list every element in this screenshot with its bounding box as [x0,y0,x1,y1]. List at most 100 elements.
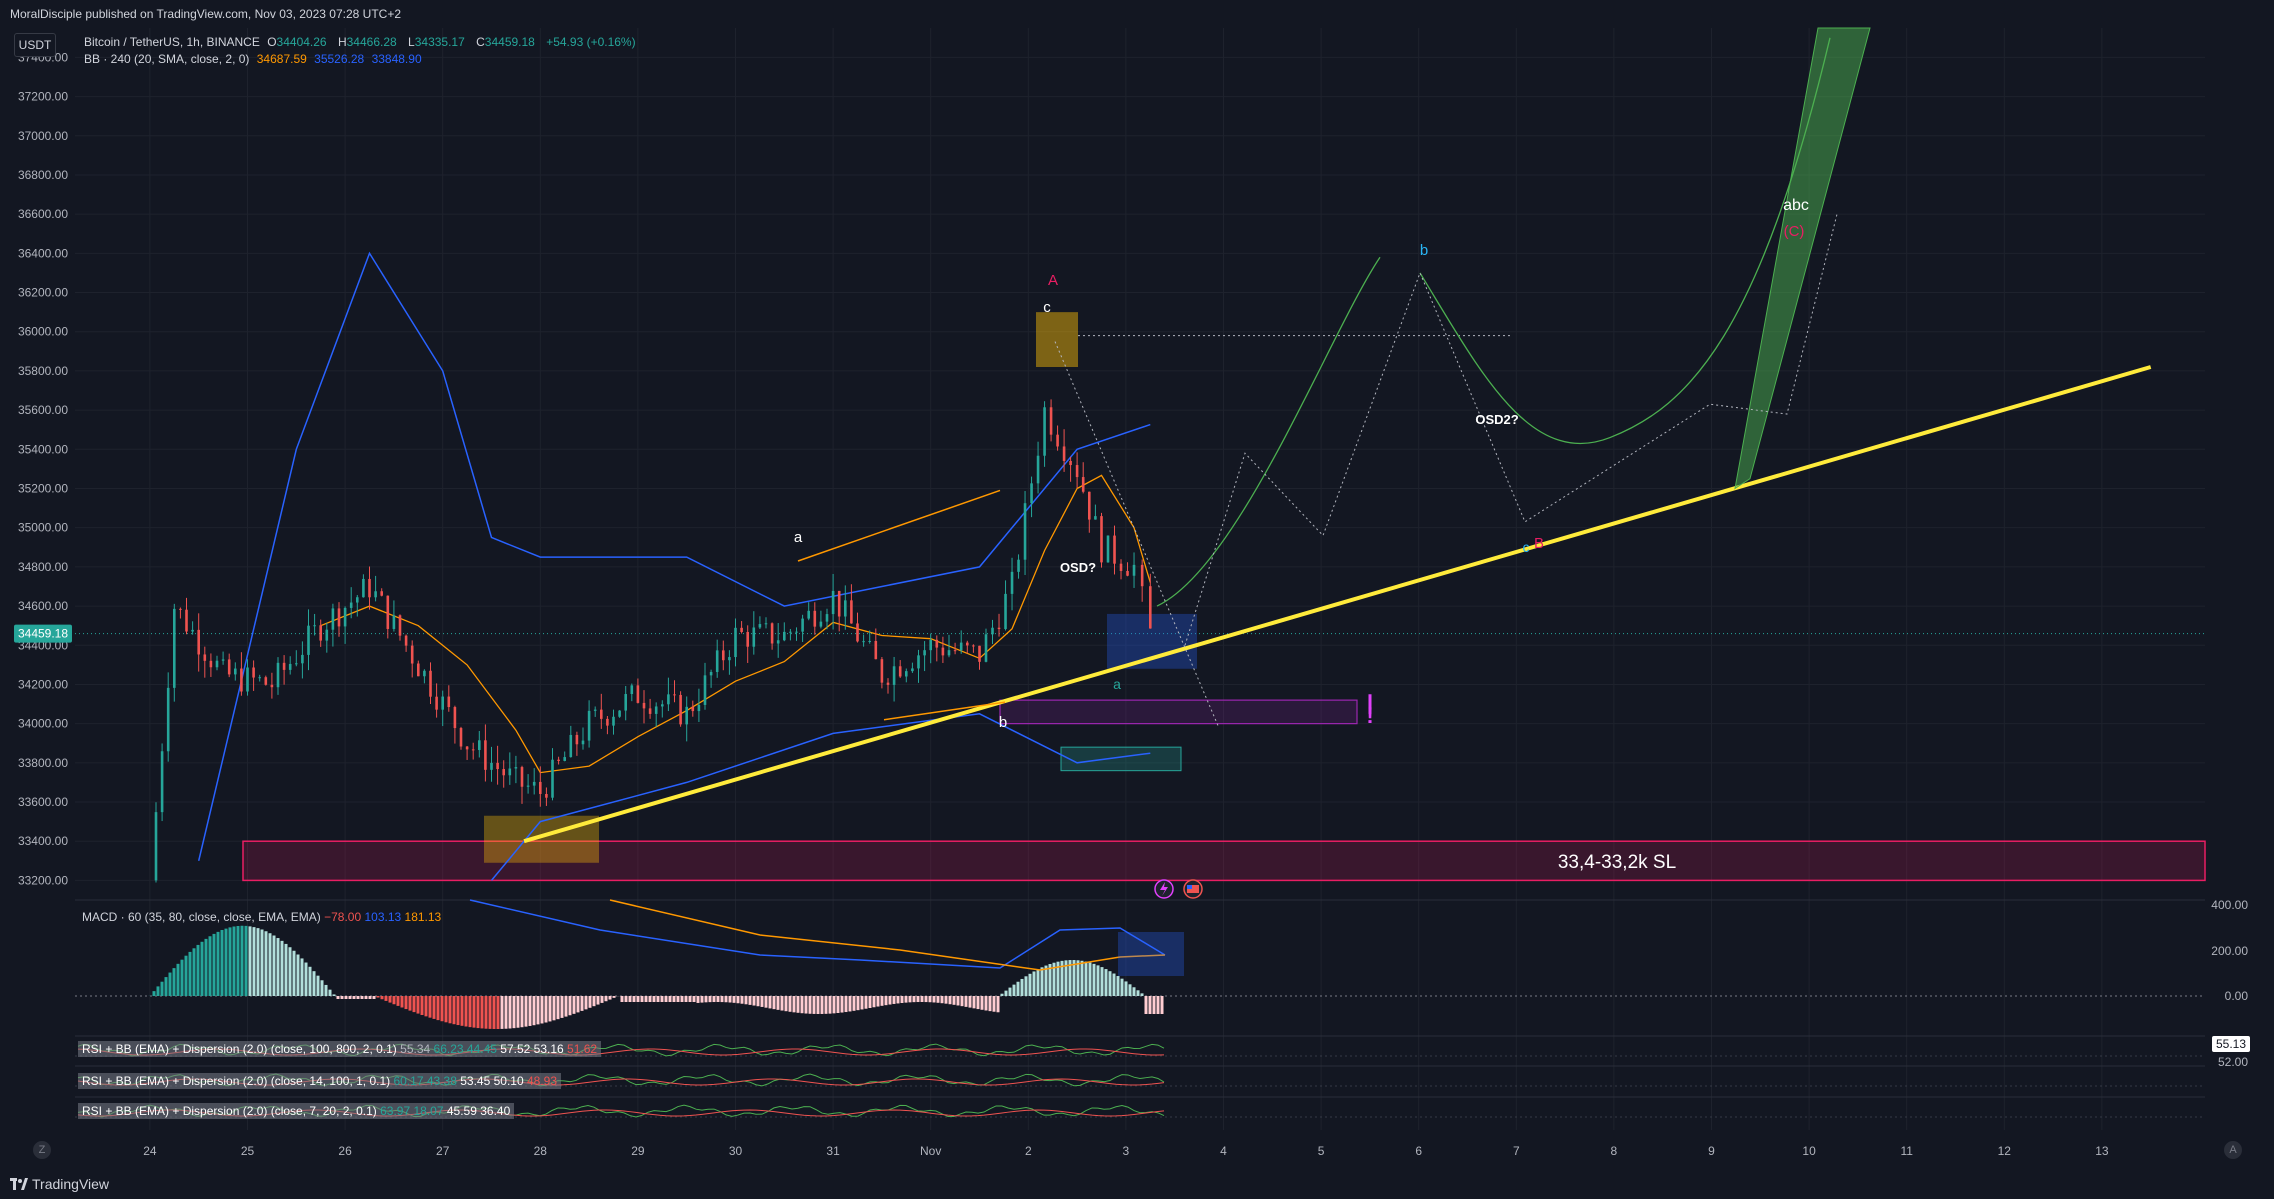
macd-legend: MACD · 60 (35, 80, close, close, EMA, EM… [82,910,441,924]
bb-upper-value: 35526.28 [314,52,365,66]
green-projection-1 [1156,256,1381,607]
wave-label-osd2: OSD2? [1475,412,1518,427]
candle-body [1004,593,1007,630]
price-tick-label: 34200.00 [18,677,68,691]
candle-body [221,659,225,661]
candle-body [173,608,176,688]
time-tick-label: 10 [1802,1144,1816,1158]
open-value: O34404.26 [267,35,327,49]
candle-body [215,660,219,668]
candle-body [612,716,615,726]
candle-body [404,635,408,646]
rsi2-v0: 60.17 [393,1074,424,1088]
candle-body [575,734,579,745]
time-tick-label: 26 [338,1144,352,1158]
macd-v3: 181.13 [404,910,442,924]
macd-signal-line [609,899,1166,971]
tradingview-brand[interactable]: TradingView [10,1176,109,1192]
candle-body [227,659,231,675]
candle-body [1036,455,1040,484]
wave-label-b1: b [999,714,1007,731]
candle-body [197,629,200,655]
bb-lower-value: 33848.90 [371,52,422,66]
candle-body [179,608,182,610]
candle-body [496,762,499,770]
wave-label-a1: a [794,529,803,546]
rsi1-v1: 66.23 [433,1042,464,1056]
candle-body [673,694,676,696]
candle-body [1106,535,1110,563]
price-tick-label: 36800.00 [18,168,68,182]
candle-body [154,812,158,881]
candle-body [813,610,817,627]
candle-body [1043,407,1046,456]
currency-button[interactable]: USDT [14,33,56,57]
price-tick-label: 37000.00 [18,129,68,143]
candle-body [331,608,335,630]
price-tick-label: 35600.00 [18,403,68,417]
candle-body [209,660,213,668]
candle-body [795,631,798,633]
macd-tick-label: 400.00 [2211,898,2248,912]
candle-body [270,684,274,688]
candle-body [661,704,664,707]
candle-body [642,702,646,709]
wave-label-abc: abc [1783,197,1809,214]
candle-body [1132,564,1136,576]
candle-body [966,642,969,646]
exclaim-label: ! [1366,703,1373,728]
candle-body [508,768,512,776]
rsi3-legend: RSI + BB (EMA) + Dispersion (2.0) (close… [78,1103,515,1119]
rsi1-v2: 44.45 [466,1042,497,1056]
rsi3-v2: 45.59 [446,1104,477,1118]
candle-body [569,734,573,758]
candle-body [313,625,316,627]
candle-body [1023,503,1027,560]
auto-scale-button[interactable]: A [2224,1141,2242,1159]
candle-body [1119,563,1123,571]
candle-body [1094,516,1097,520]
price-tick-label: 33800.00 [18,756,68,770]
wave-label-A: A [1048,272,1058,289]
candle-body [862,641,865,643]
low-value: L34335.17 [408,35,465,49]
candle-body [691,706,695,712]
time-tick-label: 24 [143,1144,157,1158]
candle-body [557,759,560,761]
candle-body [587,710,591,741]
chart-canvas[interactable]: 3 7 400.00 37200.00 37000.00 36800.00 36600.00… [0,0,2274,1168]
candle-body [392,615,396,629]
candle-body [325,629,329,641]
candle-body [246,667,249,692]
wave-label-B: B [1534,535,1544,552]
price-tick-label: 36600.00 [18,207,68,221]
candle-body [929,639,932,651]
candle-body [715,650,719,672]
rsi2-v2: 53.45 [460,1074,491,1088]
candle-body [850,600,853,624]
candle-body [337,608,341,627]
candle-body [276,662,280,688]
candle-body [593,709,597,711]
candle-body [532,781,536,786]
time-tick-label: 3 [1123,1144,1130,1158]
candle-body [935,639,939,648]
candle-body [203,654,207,661]
candle-body [746,632,749,647]
time-tick-label: 7 [1513,1144,1520,1158]
candle-body [1081,477,1085,492]
us-flag-icon-canton [1187,885,1192,889]
candle-body [703,675,707,705]
candle-body [252,667,255,678]
zoom-z-button[interactable]: Z [33,1141,51,1159]
candle-body [356,597,359,603]
price-tick-label: 35000.00 [18,521,68,535]
candle-body [502,769,505,776]
bb-upper-line [197,251,1151,861]
candle-body [874,640,878,660]
current-price-label: 34459.18 [18,627,68,641]
rsi1-label: RSI + BB (EMA) + Dispersion (2.0) (close… [82,1042,397,1056]
candle-body [185,609,188,632]
candle-body [343,607,347,627]
candle-body [911,668,914,672]
